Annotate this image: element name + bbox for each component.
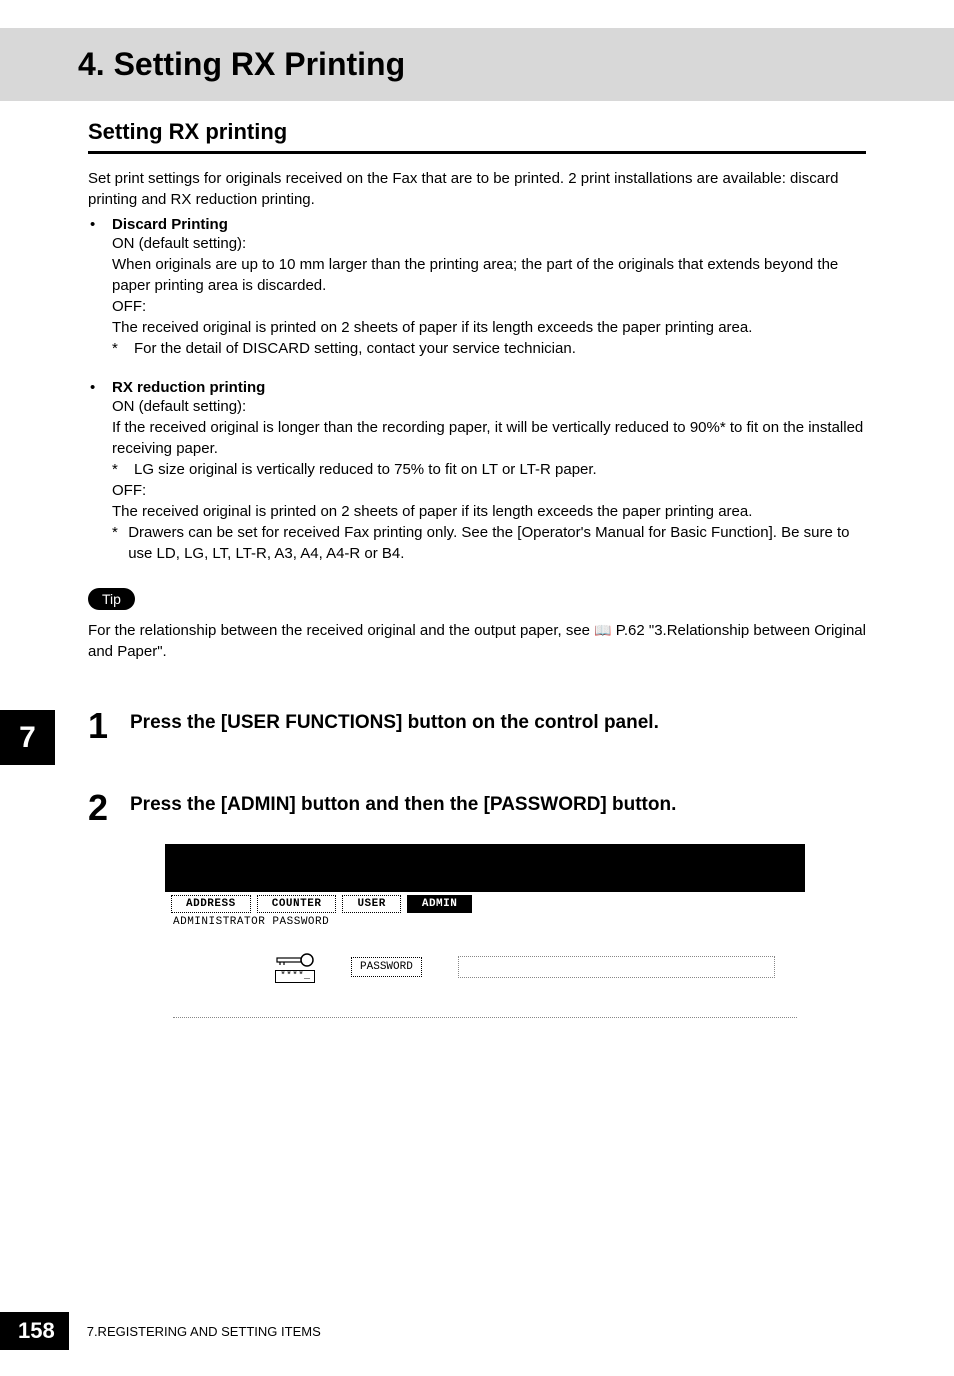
- section-title: Setting RX printing: [88, 119, 866, 145]
- device-screenshot: ADDRESS COUNTER USER ADMIN ADMINISTRATOR…: [165, 844, 805, 1044]
- password-row: ****_ PASSWORD: [165, 931, 805, 999]
- chapter-title: 4. Setting RX Printing: [78, 46, 954, 83]
- step-2-number: 2: [88, 790, 130, 826]
- key-mask-label: ****_: [275, 970, 315, 983]
- footer-chapter: 7.REGISTERING AND SETTING ITEMS: [87, 1324, 321, 1339]
- tab-counter[interactable]: COUNTER: [257, 895, 337, 913]
- asterisk-icon: *: [112, 522, 128, 543]
- tab-user[interactable]: USER: [342, 895, 400, 913]
- tip-text: For the relationship between the receive…: [88, 620, 866, 662]
- discard-on-desc: When originals are up to 10 mm larger th…: [112, 254, 866, 296]
- bullet-dot-icon: •: [88, 379, 112, 396]
- discard-label: Discard Printing: [112, 216, 228, 233]
- rx-off-desc: The received original is printed on 2 sh…: [112, 501, 866, 522]
- step-1-number: 1: [88, 708, 130, 744]
- key-icon-group: ****_: [275, 951, 315, 983]
- discard-off-desc: The received original is printed on 2 sh…: [112, 317, 866, 338]
- tab-admin[interactable]: ADMIN: [407, 895, 473, 913]
- discard-note: For the detail of DISCARD setting, conta…: [134, 338, 576, 359]
- tip-text-before: For the relationship between the receive…: [88, 622, 594, 639]
- discard-off-label: OFF:: [112, 296, 866, 317]
- page-content: Setting RX printing Set print settings f…: [0, 119, 954, 1044]
- section-rule: [88, 151, 866, 154]
- book-icon: 📖: [594, 621, 611, 641]
- password-button[interactable]: PASSWORD: [351, 957, 422, 977]
- page-footer: 158 7.REGISTERING AND SETTING ITEMS: [0, 1312, 321, 1350]
- rx-note1-row: * LG size original is vertically reduced…: [112, 459, 866, 480]
- rx-note2: Drawers can be set for received Fax prin…: [128, 522, 866, 564]
- step-2: 2 Press the [ADMIN] button and then the …: [88, 790, 866, 826]
- tip-badge: Tip: [88, 588, 135, 610]
- key-icon: [275, 951, 315, 969]
- rx-on-desc: If the received original is longer than …: [112, 417, 866, 459]
- asterisk-icon: *: [112, 459, 134, 480]
- rx-note1: LG size original is vertically reduced t…: [134, 459, 597, 480]
- bullet-rx: • RX reduction printing: [88, 379, 866, 396]
- rx-note2-row: * Drawers can be set for received Fax pr…: [112, 522, 866, 564]
- admin-password-label: ADMINISTRATOR PASSWORD: [165, 913, 805, 931]
- tab-address[interactable]: ADDRESS: [171, 895, 251, 913]
- discard-note-row: * For the detail of DISCARD setting, con…: [112, 338, 866, 359]
- password-field[interactable]: [458, 956, 775, 978]
- asterisk-icon: *: [112, 338, 134, 359]
- screen-inner: ADDRESS COUNTER USER ADMIN ADMINISTRATOR…: [165, 892, 805, 1044]
- discard-on-label: ON (default setting):: [112, 233, 866, 254]
- bullet-dot-icon: •: [88, 216, 112, 233]
- intro-paragraph: Set print settings for originals receive…: [88, 168, 866, 210]
- tabs-row: ADDRESS COUNTER USER ADMIN: [165, 892, 805, 913]
- bullet-discard: • Discard Printing: [88, 216, 866, 233]
- step-2-text: Press the [ADMIN] button and then the [P…: [130, 790, 676, 816]
- step-1: 1 Press the [USER FUNCTIONS] button on t…: [88, 708, 866, 744]
- rx-label: RX reduction printing: [112, 379, 265, 396]
- rx-on-label: ON (default setting):: [112, 396, 866, 417]
- rx-off-label: OFF:: [112, 480, 866, 501]
- step-1-text: Press the [USER FUNCTIONS] button on the…: [130, 708, 659, 734]
- page-number: 158: [0, 1312, 69, 1350]
- chapter-side-tab: 7: [0, 710, 55, 765]
- chapter-header: 4. Setting RX Printing: [0, 28, 954, 101]
